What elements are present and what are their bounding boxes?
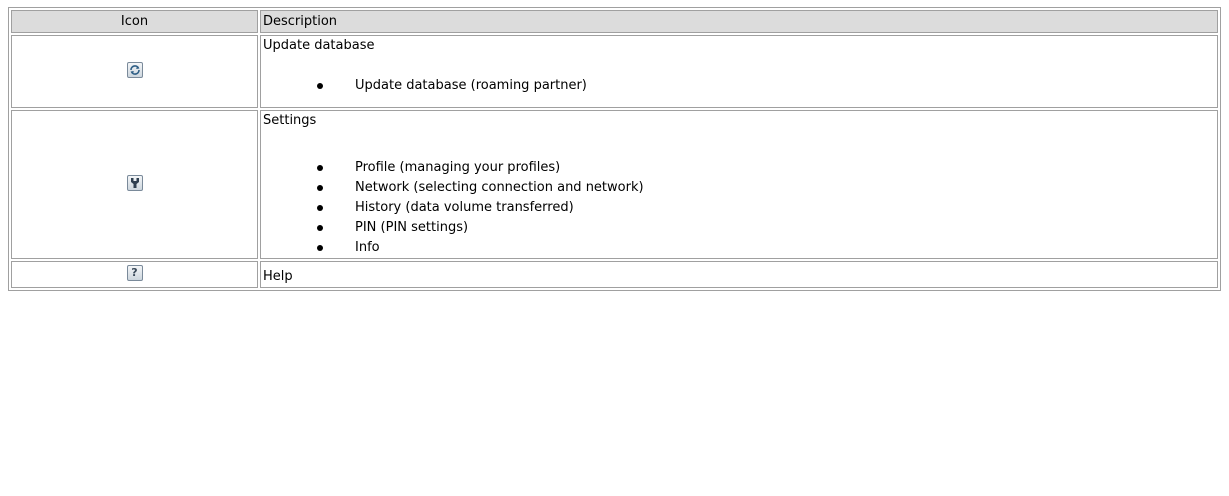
icon-cell [11,110,258,259]
row-title: Settings [263,113,317,128]
description-cell: Help [260,261,1218,288]
list-item: History (data volume transferred) [317,198,1215,218]
bullet-list: Profile (managing your profiles) Network… [263,158,1215,258]
table-row-settings: Settings Profile (managing your profiles… [11,110,1218,259]
bullet-list: Update database (roaming partner) [263,76,1215,96]
list-item: Profile (managing your profiles) [317,158,1215,178]
header-icon: Icon [11,10,258,33]
list-item: Update database (roaming partner) [317,76,1215,96]
icon-cell [11,35,258,108]
row-title: Update database [263,38,375,53]
description-cell: Update database Update database (roaming… [260,35,1218,108]
help-icon: ? [126,264,143,281]
table-row-update-database: Update database Update database (roaming… [11,35,1218,108]
list-item: Network (selecting connection and networ… [317,178,1215,198]
header-description: Description [260,10,1218,33]
wrench-icon [126,174,143,191]
icon-cell: ? [11,261,258,288]
refresh-icon [126,61,143,78]
icon-description-table: Icon Description Update database Update … [8,7,1221,291]
row-title: Help [263,269,293,284]
description-cell: Settings Profile (managing your profiles… [260,110,1218,259]
table-row-help: ? Help [11,261,1218,288]
table-header-row: Icon Description [11,10,1218,33]
list-item: Info [317,238,1215,258]
list-item: PIN (PIN settings) [317,218,1215,238]
